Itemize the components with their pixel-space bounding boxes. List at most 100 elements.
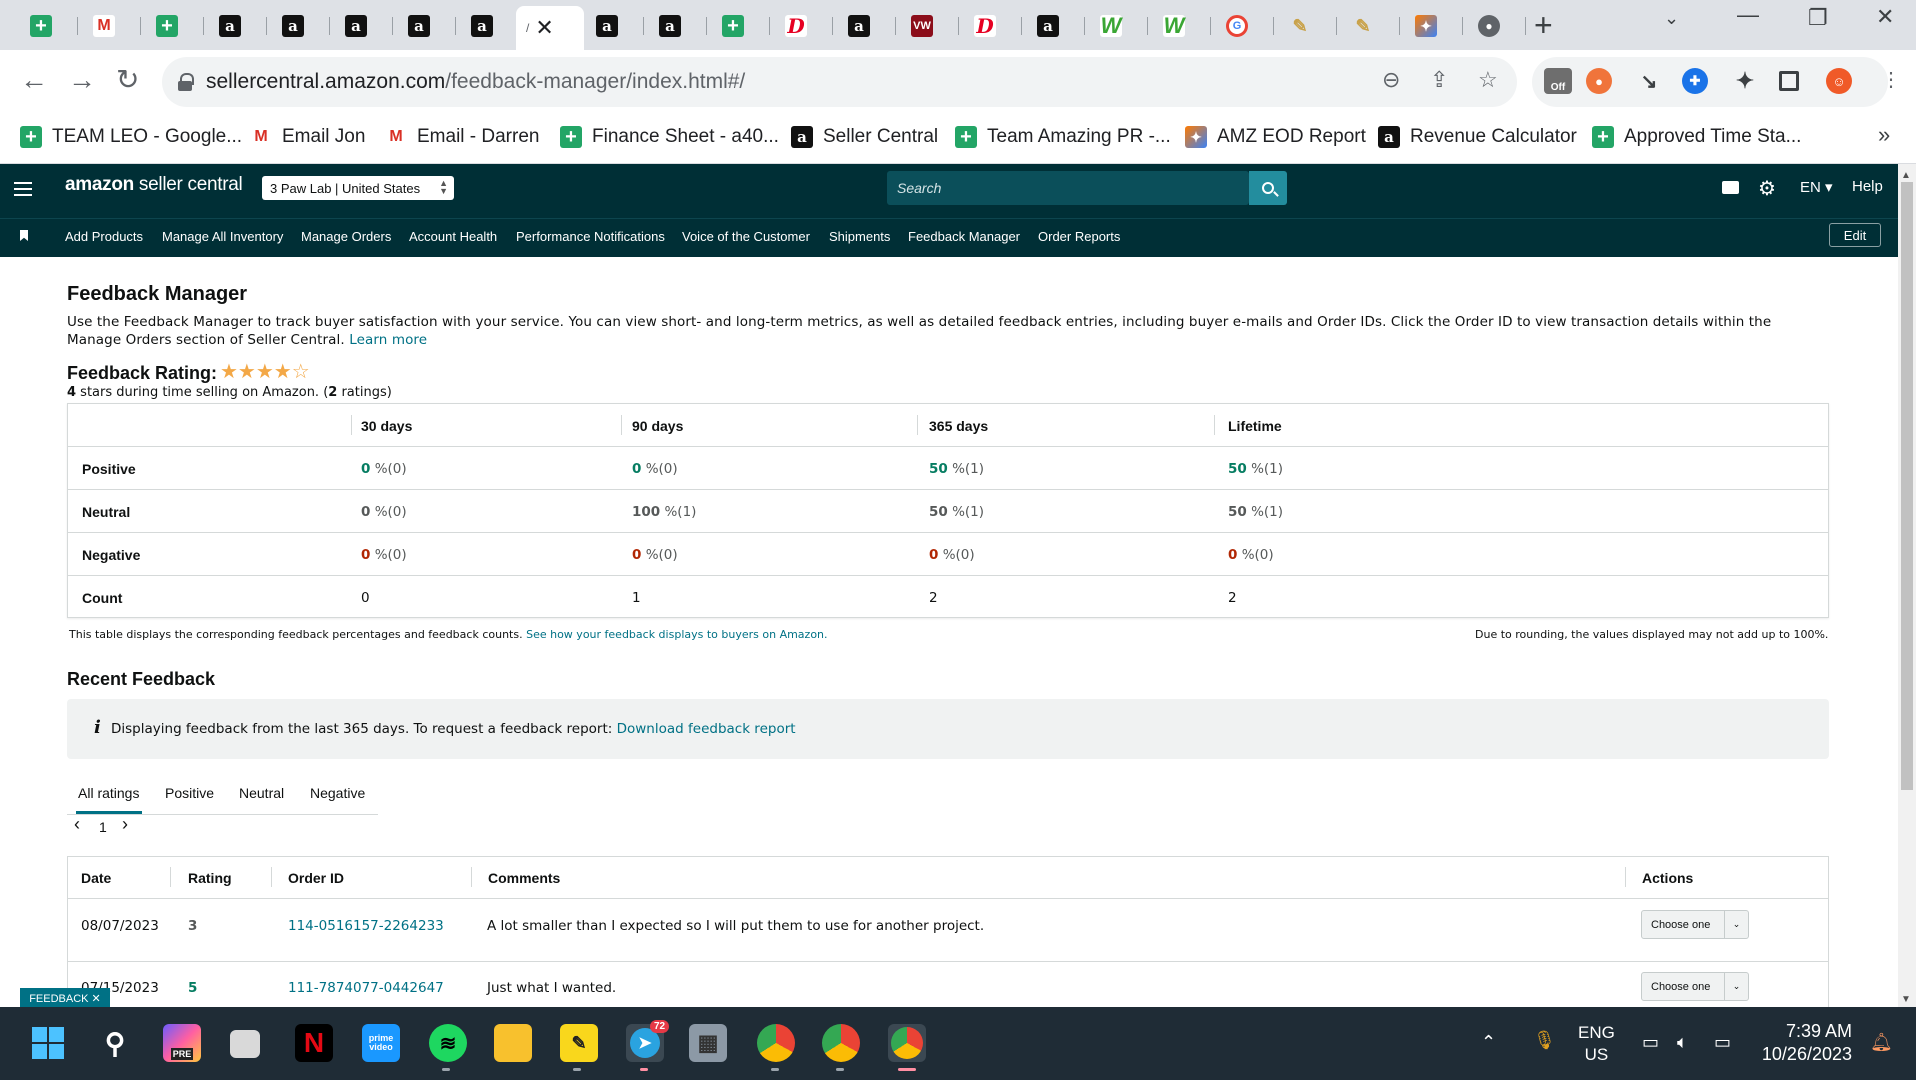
bookmark-item[interactable]: a Revenue Calculator [1378,126,1577,148]
tab-active[interactable]: / ✕ [516,6,584,50]
extension-orange-icon[interactable]: ● [1586,68,1612,94]
nav-item-feedback-manager[interactable]: Feedback Manager [908,229,1020,244]
tab-all-ratings[interactable]: All ratings [78,785,139,801]
chrome-profile-2-icon[interactable] [822,1024,860,1062]
battery-icon[interactable]: ▭ [1714,1032,1731,1053]
browser-tab[interactable]: a [272,9,330,43]
nav-item-voice-of-the-customer[interactable]: Voice of the Customer [682,229,810,244]
tab-neutral[interactable]: Neutral [239,785,284,801]
volume-icon[interactable]: 🔈︎ [1677,1032,1688,1053]
bookmark-item[interactable]: + Approved Time Sta... [1592,126,1801,148]
bookmark-star-icon[interactable]: ☆ [1478,68,1498,92]
profile-avatar[interactable]: ☺ [1826,68,1852,94]
bookmark-item[interactable]: ✦ AMZ EOD Report [1185,126,1366,148]
nav-item-manage-orders[interactable]: Manage Orders [301,229,391,244]
edit-nav-button[interactable]: Edit [1829,223,1881,247]
browser-tab[interactable]: ✦ [1405,9,1463,43]
browser-tab[interactable]: G [1216,9,1274,43]
start-icon[interactable] [29,1024,67,1062]
browser-tab[interactable]: + [146,9,204,43]
sidepanel-icon[interactable] [1779,71,1799,91]
restore-icon[interactable]: ❐ [1808,5,1828,31]
prime-video-icon[interactable]: prime video [362,1024,400,1062]
tab-negative[interactable]: Negative [310,785,365,801]
browser-tab[interactable]: a [649,9,707,43]
nav-item-performance-notifications[interactable]: Performance Notifications [516,229,665,244]
browser-tab[interactable]: ✎ [1342,9,1400,43]
nav-item-manage-all-inventory[interactable]: Manage All Inventory [162,229,283,244]
display-icon[interactable]: ▭ [1642,1032,1659,1053]
browser-tab[interactable]: a [335,9,393,43]
browser-tab[interactable]: a [209,9,267,43]
chrome-profile-1-icon[interactable] [757,1024,795,1062]
share-icon[interactable]: ⇪ [1430,68,1448,92]
help-link[interactable]: Help [1852,178,1883,195]
bookmark-item[interactable]: a Seller Central [791,126,938,148]
actions-dropdown[interactable]: Choose one ⌄ [1641,972,1749,1001]
learn-more-link[interactable]: Learn more [349,332,427,348]
browser-tab[interactable]: + [712,9,770,43]
nav-item-account-health[interactable]: Account Health [409,229,497,244]
browser-tab[interactable]: W [1153,9,1211,43]
browser-tab[interactable]: W [1090,9,1148,43]
order-id-link[interactable]: 111-7874077-0442647 [288,980,444,996]
extension-blue-icon[interactable]: ✚ [1682,68,1708,94]
account-switcher[interactable]: 3 Paw Lab | United States ▲ ▼ [262,176,454,200]
taskbar-search-icon[interactable]: ⚲ [96,1024,134,1062]
address-bar[interactable]: sellercentral.amazon.com/feedback-manage… [162,57,1517,107]
sticky-notes-icon[interactable]: ✎ [560,1024,598,1062]
browser-tab[interactable]: a [586,9,644,43]
copilot-icon[interactable]: PRE [163,1024,201,1062]
task-view-icon[interactable] [230,1030,260,1058]
bookmark-item[interactable]: M Email Jon [250,126,365,148]
bookmarks-more-icon[interactable]: » [1878,122,1890,148]
pager-prev-icon[interactable]: ‹ [74,814,80,835]
telegram-icon[interactable]: ➤ 72 [626,1020,670,1062]
bookmark-item[interactable]: + Team Amazing PR -... [955,126,1171,148]
spotify-icon[interactable]: ≋ [429,1024,467,1062]
extension-off-icon[interactable]: Off [1544,68,1572,94]
gear-icon[interactable]: ⚙ [1758,176,1776,201]
nav-item-shipments[interactable]: Shipments [829,229,890,244]
microphone-icon[interactable]: 🎙︎ [1533,1030,1556,1051]
seller-central-logo[interactable]: amazon seller central [65,174,243,196]
browser-tab[interactable]: a [398,9,456,43]
hamburger-menu-icon[interactable] [14,182,32,196]
chrome-profile-3-icon[interactable] [888,1024,926,1062]
browser-tab[interactable]: a [461,9,519,43]
actions-dropdown[interactable]: Choose one ⌄ [1641,910,1749,939]
mail-icon[interactable] [1722,181,1739,194]
minimize-icon[interactable]: — [1737,2,1759,28]
feedback-display-link[interactable]: See how your feedback displays to buyers… [526,628,827,641]
bookmark-item[interactable]: + Finance Sheet - a40... [560,126,779,148]
search-input[interactable]: Search [887,171,1249,205]
browser-tab[interactable]: D [775,9,833,43]
bookmark-item[interactable]: + TEAM LEO - Google... [20,126,242,148]
notification-bell-icon[interactable]: 🔔︎ [1870,1032,1893,1053]
language-indicator[interactable]: ENG US [1578,1022,1615,1066]
file-explorer-icon[interactable] [494,1024,532,1062]
browser-tab[interactable]: ● [1468,9,1526,43]
new-tab-button[interactable]: + [1534,9,1553,41]
nav-item-add-products[interactable]: Add Products [65,229,143,244]
browser-tab[interactable]: a [838,9,896,43]
scroll-up-icon[interactable]: ▲ [1901,170,1911,181]
browser-tab[interactable]: a [1027,9,1085,43]
tray-chevron-icon[interactable]: ⌃ [1481,1032,1496,1053]
browser-tab[interactable]: ✎ [1279,9,1337,43]
browser-tab[interactable]: D [964,9,1022,43]
netflix-icon[interactable]: N [295,1024,333,1062]
browser-tab[interactable]: M [83,9,141,43]
close-window-icon[interactable]: ✕ [1876,4,1894,30]
forward-icon[interactable]: → [68,66,96,94]
pager-next-icon[interactable]: › [122,814,128,835]
menu-dots-icon[interactable]: ⋮ [1881,68,1901,92]
back-icon[interactable]: ← [20,66,48,94]
browser-tab[interactable]: VW [901,9,959,43]
extensions-puzzle-icon[interactable]: ✦ [1732,68,1758,94]
pager-page[interactable]: 1 [99,819,107,835]
tab-positive[interactable]: Positive [165,785,214,801]
search-button[interactable] [1249,171,1287,205]
calculator-icon[interactable]: ▦ [689,1024,727,1062]
close-tab-icon[interactable]: ✕ [535,15,553,41]
